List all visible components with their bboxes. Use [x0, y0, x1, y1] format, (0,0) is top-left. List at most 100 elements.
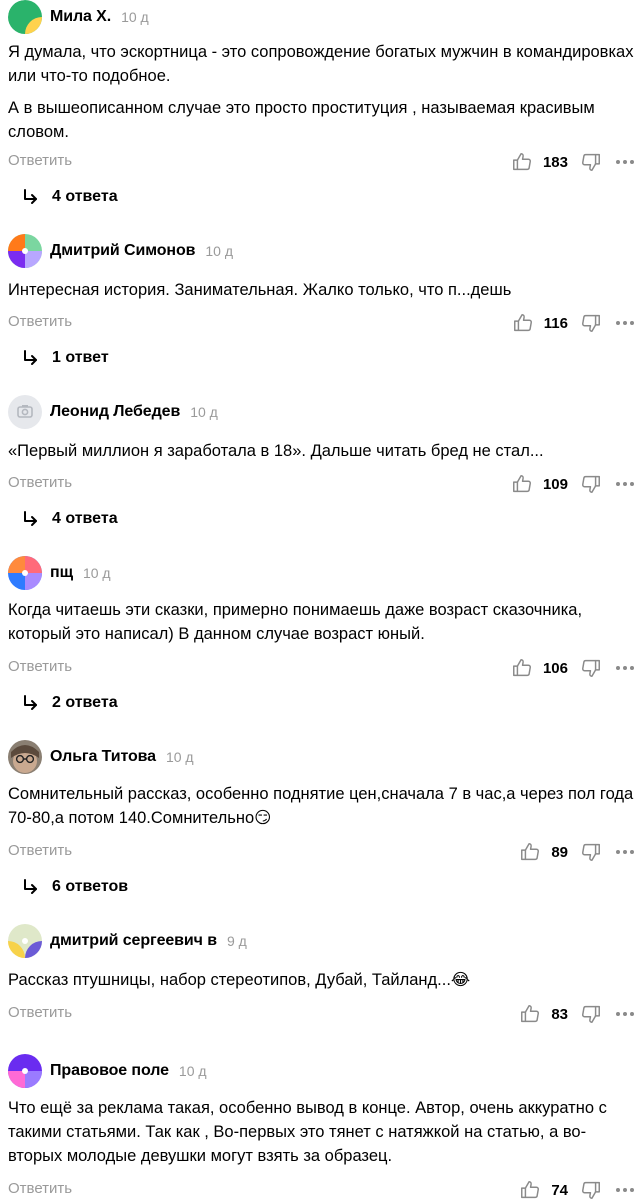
rating: 89 — [519, 840, 636, 864]
likes-count: 74 — [551, 1181, 568, 1199]
comment-header: Мила Х. 10 д — [8, 0, 149, 34]
thumbs-up-icon[interactable] — [519, 1179, 541, 1200]
likes-count: 109 — [542, 475, 568, 493]
likes-count: 183 — [542, 153, 568, 171]
comment-date: 10 д — [205, 243, 234, 259]
replies-toggle[interactable]: 1 ответ — [22, 346, 109, 370]
more-icon[interactable] — [614, 1179, 636, 1200]
avatar[interactable] — [8, 924, 42, 958]
thumbs-down-icon[interactable] — [580, 312, 602, 334]
thumbs-up-icon[interactable] — [519, 841, 541, 863]
author-name[interactable]: Леонид Лебедев — [50, 403, 180, 421]
comment-actions: Ответить 116 — [8, 311, 636, 335]
comment-paragraph: Интересная история. Занимательная. Жалко… — [8, 281, 512, 299]
reply-button[interactable]: Ответить — [8, 1004, 72, 1021]
reply-arrow-icon — [24, 695, 37, 710]
comment-date: 10 д — [165, 749, 194, 765]
thumbs-down-icon[interactable] — [580, 151, 602, 173]
comment-header: Правовое поле 10 д — [8, 1054, 207, 1088]
rating: 116 — [512, 311, 636, 335]
comment-paragraph: «Первый миллион я заработала в 18». Даль… — [8, 442, 544, 460]
replies-count: 1 ответ — [52, 349, 109, 366]
reply-button[interactable]: Ответить — [8, 474, 72, 491]
thumbs-up-icon[interactable] — [511, 657, 533, 679]
comment-paragraph: Рассказ птушницы, набор стереотипов, Дуб… — [8, 971, 471, 989]
more-icon[interactable] — [614, 657, 636, 679]
avatar[interactable] — [8, 0, 42, 34]
reply-arrow-icon — [24, 879, 37, 894]
more-icon[interactable] — [614, 473, 636, 495]
thumbs-up-icon[interactable] — [511, 473, 533, 495]
comment-date: 10 д — [178, 1063, 207, 1079]
comment-text: Я думала, что эскортница - это сопровожд… — [8, 40, 636, 144]
more-icon[interactable] — [614, 841, 636, 863]
thumbs-up-icon[interactable] — [519, 1003, 541, 1025]
comment-date: 9 д — [226, 933, 247, 949]
replies-count: 4 ответа — [52, 510, 118, 527]
comment-header: Ольга Титова 10 д — [8, 740, 194, 774]
thumbs-down-icon[interactable] — [580, 1179, 602, 1200]
author-name[interactable]: дмитрий сергеевич в — [50, 932, 217, 950]
reply-button[interactable]: Ответить — [8, 842, 72, 859]
more-icon[interactable] — [614, 312, 636, 334]
comment-date: 10 д — [82, 565, 111, 581]
comments-feed: Мила Х. 10 д Я думала, что эскортница - … — [0, 0, 644, 1200]
comment-text: Когда читаешь эти сказки, примерно поним… — [8, 598, 636, 646]
replies-count: 6 ответов — [52, 878, 129, 895]
avatar[interactable] — [8, 1054, 42, 1088]
more-icon[interactable] — [614, 1003, 636, 1025]
replies-toggle[interactable]: 4 ответа — [22, 507, 118, 531]
avatar[interactable] — [8, 556, 42, 590]
more-icon[interactable] — [614, 151, 636, 173]
thumbs-down-icon[interactable] — [580, 473, 602, 495]
comment-header: Дмитрий Симонов 10 д — [8, 234, 233, 268]
reply-arrow-icon — [24, 511, 37, 526]
comment-actions: Ответить 83 — [8, 1002, 636, 1026]
author-name[interactable]: Ольга Титова — [50, 748, 156, 766]
replies-count: 4 ответа — [52, 188, 118, 205]
comment-header: дмитрий сергеевич в 9 д — [8, 924, 247, 958]
rating: 183 — [511, 150, 636, 174]
thumbs-down-icon[interactable] — [580, 841, 602, 863]
rating: 83 — [519, 1002, 636, 1026]
thumbs-up-icon[interactable] — [511, 151, 533, 173]
comment-paragraph: Я думала, что эскортница - это сопровожд… — [8, 43, 634, 85]
replies-toggle[interactable]: 2 ответа — [22, 691, 118, 715]
author-name[interactable]: пщ — [50, 564, 73, 582]
reply-button[interactable]: Ответить — [8, 658, 72, 675]
likes-count: 106 — [542, 659, 568, 677]
rating: 109 — [511, 472, 636, 496]
replies-toggle[interactable]: 4 ответа — [22, 185, 118, 209]
comment-date: 10 д — [121, 9, 149, 25]
reply-button[interactable]: Ответить — [8, 152, 72, 169]
comment-actions: Ответить 89 — [8, 840, 636, 864]
reply-arrow-icon — [24, 350, 37, 365]
comment-text: Сомнительный рассказ, особенно поднятие … — [8, 782, 636, 830]
comment-actions: Ответить 183 — [8, 150, 636, 174]
author-name[interactable]: Мила Х. — [50, 8, 111, 26]
comment-actions: Ответить 109 — [8, 472, 636, 496]
author-name[interactable]: Правовое поле — [50, 1062, 169, 1080]
likes-count: 89 — [551, 843, 568, 861]
replies-toggle[interactable]: 6 ответов — [22, 875, 128, 899]
avatar[interactable] — [8, 234, 42, 268]
comment-text: Интересная история. Занимательная. Жалко… — [8, 278, 636, 302]
rating: 106 — [511, 656, 636, 680]
reply-button[interactable]: Ответить — [8, 1180, 72, 1197]
replies-count: 2 ответа — [52, 694, 118, 711]
comment-paragraph: Что ещё за реклама такая, особенно вывод… — [8, 1099, 607, 1165]
comment-header: пщ 10 д — [8, 556, 111, 590]
avatar[interactable] — [8, 740, 42, 774]
comment-text: «Первый миллион я заработала в 18». Даль… — [8, 439, 636, 463]
comment-text: Что ещё за реклама такая, особенно вывод… — [8, 1096, 636, 1168]
thumbs-down-icon[interactable] — [580, 657, 602, 679]
thumbs-up-icon[interactable] — [512, 312, 534, 334]
likes-count: 116 — [543, 314, 568, 332]
avatar[interactable] — [8, 395, 42, 429]
comment-header: Леонид Лебедев 10 д — [8, 395, 218, 429]
reply-button[interactable]: Ответить — [8, 313, 72, 330]
thumbs-down-icon[interactable] — [580, 1003, 602, 1025]
comment-actions: Ответить 106 — [8, 656, 636, 680]
likes-count: 83 — [551, 1005, 568, 1023]
author-name[interactable]: Дмитрий Симонов — [50, 242, 195, 260]
